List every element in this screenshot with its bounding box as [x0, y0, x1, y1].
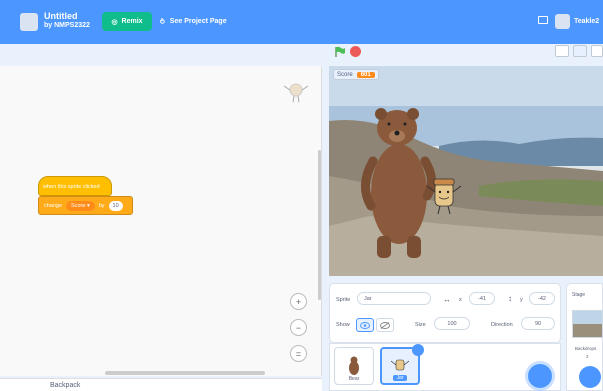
sprite-name-label: Sprite: [336, 297, 351, 303]
stage-title: Stage: [572, 292, 586, 298]
sprite-tile-name: Bear: [348, 376, 360, 382]
jar-thumbnail: [390, 359, 410, 371]
backdrop-count: 2: [586, 354, 589, 359]
zoom-reset-icon: =: [295, 348, 302, 359]
score-monitor[interactable]: Score 601: [333, 69, 379, 80]
by-label: by: [98, 202, 105, 209]
delete-sprite-icon[interactable]: [412, 344, 424, 356]
menu-bar: Untitled by NMPS2322 ◎ Remix ⥁ See Proje…: [0, 0, 603, 44]
project-title[interactable]: Untitled: [44, 12, 78, 21]
project-thumbnail: [20, 13, 38, 31]
remix-icon: ◎: [111, 18, 118, 26]
zoom-out-icon: −: [295, 322, 302, 333]
large-stage-icon[interactable]: [573, 45, 587, 57]
fullscreen-icon[interactable]: [591, 45, 603, 57]
y-position-input[interactable]: -42: [529, 292, 555, 305]
size-input[interactable]: 100: [434, 317, 470, 330]
see-project-label: See Project Page: [169, 18, 227, 25]
when-sprite-clicked-block[interactable]: when this sprite clicked: [38, 176, 112, 196]
backdrops-label: Backdrops: [575, 346, 597, 351]
x-label: x: [459, 297, 462, 303]
size-label: Size: [415, 322, 426, 328]
monitor-value: 601: [356, 71, 375, 78]
user-avatar[interactable]: [555, 14, 570, 29]
monitor-label: Score: [337, 71, 353, 78]
x-position-input[interactable]: -41: [469, 292, 495, 305]
project-author[interactable]: by NMPS2322: [44, 22, 90, 29]
eye-icon: [360, 321, 370, 329]
change-label: change: [44, 202, 63, 209]
x-arrows-icon: ↔: [443, 295, 451, 304]
eye-slash-icon: [380, 321, 390, 329]
code-area-header: [0, 44, 322, 66]
stop-icon[interactable]: [350, 46, 361, 57]
zoom-in-button[interactable]: +: [290, 293, 307, 310]
sprite-tile-bear[interactable]: Bear: [334, 347, 374, 385]
my-stuff-icon[interactable]: [538, 16, 548, 24]
zoom-in-icon: +: [295, 296, 302, 307]
small-stage-icon[interactable]: [555, 45, 569, 57]
sprite-preview-icon: [283, 83, 309, 103]
change-variable-block[interactable]: change Score ▾ by 10: [38, 196, 133, 215]
sprite-name-input[interactable]: Jar: [357, 292, 431, 305]
see-project-icon: ⥁: [160, 18, 165, 26]
direction-input[interactable]: 90: [521, 317, 555, 330]
add-sprite-icon[interactable]: [528, 364, 552, 388]
zoom-reset-button[interactable]: =: [290, 345, 307, 362]
code-workspace[interactable]: [0, 66, 322, 376]
horizontal-scrollbar[interactable]: [105, 371, 265, 375]
backdrop-thumbnail[interactable]: [572, 310, 603, 338]
sprite-tile-name: Jar: [392, 375, 408, 381]
change-amount-input[interactable]: 10: [108, 200, 123, 211]
show-hidden-button[interactable]: [376, 318, 394, 332]
see-project-page-button[interactable]: ⥁ See Project Page: [160, 12, 227, 31]
remix-button[interactable]: ◎ Remix: [102, 12, 152, 31]
show-label: Show: [336, 322, 350, 328]
zoom-out-button[interactable]: −: [290, 319, 307, 336]
vertical-scrollbar[interactable]: [318, 150, 321, 300]
backpack[interactable]: Backpack: [0, 378, 322, 391]
y-label: y: [520, 297, 523, 303]
username[interactable]: Teakle2: [574, 18, 599, 25]
stage-canvas[interactable]: [329, 66, 603, 276]
remix-label: Remix: [121, 18, 143, 25]
bear-thumbnail: [349, 356, 359, 375]
y-arrows-icon: ↕: [508, 294, 512, 303]
green-flag-icon[interactable]: [334, 46, 346, 58]
variable-dropdown[interactable]: Score ▾: [66, 200, 95, 211]
add-backdrop-icon[interactable]: [579, 366, 601, 388]
direction-label: Direction: [491, 322, 513, 328]
show-visible-button[interactable]: [356, 318, 374, 332]
